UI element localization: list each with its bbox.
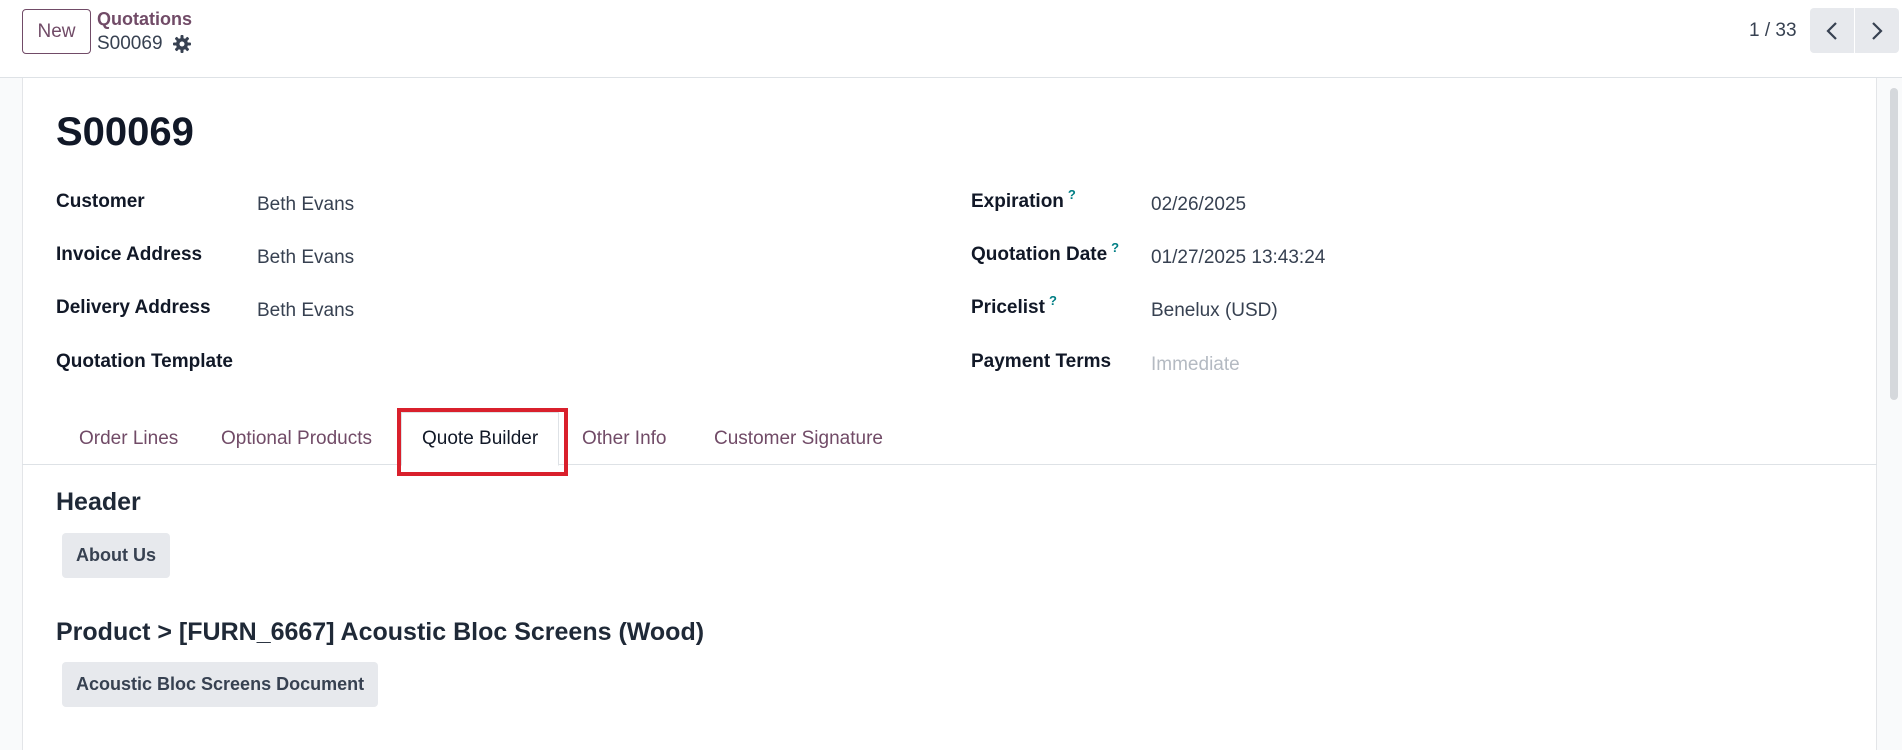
pricelist-field[interactable]: Benelux (USD) — [1151, 300, 1278, 322]
customer-label: Customer — [56, 191, 145, 212]
invoice-address-label: Invoice Address — [56, 244, 203, 265]
breadcrumb-current-label: S00069 — [97, 33, 163, 54]
about-us-button[interactable]: About Us — [62, 533, 170, 578]
quotation-date-field[interactable]: 01/27/2025 13:43:24 — [1151, 247, 1325, 269]
customer-field[interactable]: Beth Evans — [257, 194, 354, 216]
expiration-label: Expiration? — [971, 187, 1076, 213]
payment-terms-field[interactable]: Immediate — [1151, 354, 1240, 376]
quotation-template-label: Quotation Template — [56, 351, 233, 372]
chevron-right-icon — [1872, 21, 1883, 40]
breadcrumb-quotations-link[interactable]: Quotations — [97, 9, 192, 30]
pager-next-button[interactable] — [1855, 8, 1899, 53]
tab-optional-products[interactable]: Optional Products — [221, 412, 372, 465]
new-button[interactable]: New — [22, 9, 91, 54]
help-icon[interactable]: ? — [1049, 293, 1057, 308]
invoice-address-field[interactable]: Beth Evans — [257, 247, 354, 269]
tab-customer-signature[interactable]: Customer Signature — [714, 412, 883, 465]
pager-value[interactable]: 1 / 33 — [1749, 20, 1797, 42]
help-icon[interactable]: ? — [1068, 187, 1076, 202]
notebook-tabs: Order Lines Optional Products Quote Buil… — [22, 412, 1877, 466]
header-section-heading: Header — [56, 488, 141, 516]
pager-previous-button[interactable] — [1810, 8, 1854, 53]
expiration-label-text: Expiration — [971, 191, 1064, 212]
expiration-field[interactable]: 02/26/2025 — [1151, 194, 1246, 216]
breadcrumb-current: S00069 — [97, 33, 192, 55]
product-section-heading: Product > [FURN_6667] Acoustic Bloc Scre… — [56, 618, 705, 646]
quotation-date-label-text: Quotation Date — [971, 244, 1108, 265]
record-title: S00069 — [56, 110, 194, 154]
gear-icon[interactable] — [172, 34, 192, 54]
quotation-date-label: Quotation Date? — [971, 240, 1119, 266]
payment-terms-label: Payment Terms — [971, 351, 1112, 372]
acoustic-bloc-screens-document-button[interactable]: Acoustic Bloc Screens Document — [62, 662, 379, 707]
tab-quote-builder[interactable]: Quote Builder — [401, 412, 560, 466]
quotation-template-field[interactable] — [257, 354, 857, 376]
scrollbar[interactable] — [1890, 88, 1898, 400]
help-icon[interactable]: ? — [1111, 240, 1119, 255]
delivery-address-label: Delivery Address — [56, 297, 211, 318]
pricelist-label: Pricelist? — [971, 293, 1057, 319]
tab-other-info[interactable]: Other Info — [582, 412, 667, 465]
control-panel: New Quotations S00069 1 / 33 — [0, 0, 1902, 78]
tab-order-lines[interactable]: Order Lines — [79, 412, 178, 465]
pricelist-label-text: Pricelist — [971, 297, 1045, 318]
chevron-left-icon — [1826, 21, 1837, 40]
delivery-address-field[interactable]: Beth Evans — [257, 300, 354, 322]
